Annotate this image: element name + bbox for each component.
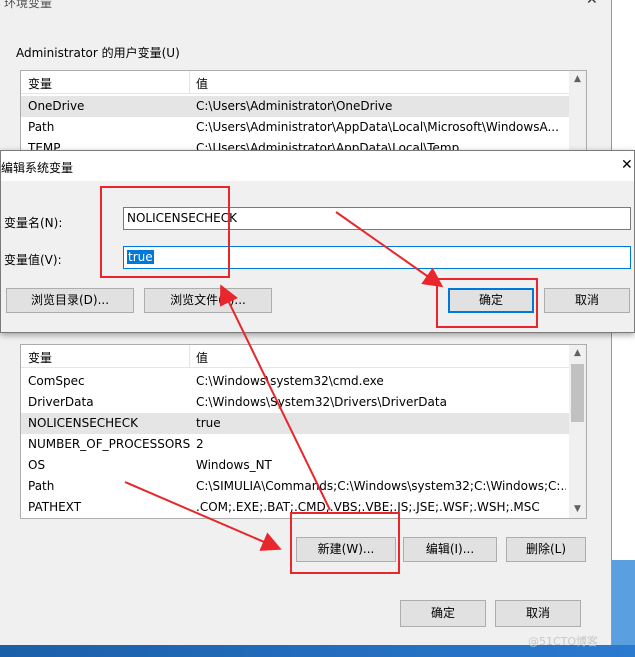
list-header: 变量 值: [21, 71, 586, 94]
new-variable-button[interactable]: 新建(W)...: [296, 537, 396, 562]
table-row[interactable]: ComSpec C:\Windows\system32\cmd.exe: [21, 371, 569, 392]
variable-name: Path: [28, 479, 55, 493]
close-icon[interactable]: ✕: [586, 0, 598, 8]
variable-value: C:\Users\Administrator\OneDrive: [196, 99, 393, 113]
variable-name-label: 变量名(N):: [4, 216, 63, 230]
table-row[interactable]: Path C:\Users\Administrator\AppData\Loca…: [21, 117, 569, 138]
table-row[interactable]: OneDrive C:\Users\Administrator\OneDrive: [21, 96, 569, 117]
variable-name: ComSpec: [28, 374, 85, 388]
system-variables-list[interactable]: 变量 值 ComSpec C:\Windows\system32\cmd.exe…: [20, 344, 587, 519]
browse-file-button[interactable]: 浏览文件(F)...: [144, 288, 272, 313]
edit-variable-button[interactable]: 编辑(I)...: [403, 537, 497, 562]
table-row[interactable]: OS Windows_NT: [21, 455, 569, 476]
variable-value: Windows_NT: [196, 458, 272, 472]
scroll-up-icon[interactable]: ▲: [569, 71, 586, 88]
variable-name: OS: [28, 458, 46, 472]
scrollbar[interactable]: ▲: [569, 71, 586, 152]
window-title: 环境变量: [4, 0, 53, 10]
scroll-down-icon[interactable]: ▼: [569, 501, 586, 518]
desktop-wallpaper: [612, 560, 635, 645]
delete-variable-button[interactable]: 删除(L): [506, 537, 586, 562]
close-icon[interactable]: ✕: [621, 157, 633, 173]
variable-name: Path: [28, 120, 55, 134]
variable-value-input[interactable]: true: [123, 246, 631, 269]
variable-name: OneDrive: [28, 99, 85, 113]
dialog-titlebar[interactable]: 编辑系统变量 ✕: [1, 151, 634, 181]
table-row[interactable]: NUMBER_OF_PROCESSORS 2: [21, 434, 569, 455]
variable-value: 2: [196, 437, 204, 451]
scrollbar[interactable]: ▲ ▼: [569, 345, 586, 518]
user-variables-group-label: Administrator 的用户变量(U): [16, 46, 180, 60]
selected-text: true: [127, 250, 154, 264]
cancel-button[interactable]: 取消: [544, 288, 630, 313]
scroll-thumb[interactable]: [571, 364, 584, 422]
ok-button[interactable]: 确定: [400, 600, 486, 627]
variable-value: true: [196, 416, 221, 430]
column-header-value[interactable]: 值: [196, 75, 208, 92]
dialog-title: 编辑系统变量: [1, 161, 74, 175]
list-header: 变量 值: [21, 345, 586, 368]
cancel-button[interactable]: 取消: [495, 600, 581, 627]
column-separator[interactable]: [189, 345, 190, 368]
table-row[interactable]: DriverData C:\Windows\System32\Drivers\D…: [21, 392, 569, 413]
table-row[interactable]: NOLICENSECHECK true: [21, 413, 569, 434]
scroll-up-icon[interactable]: ▲: [569, 345, 586, 362]
table-row[interactable]: Path C:\SIMULIA\Commands;C:\Windows\syst…: [21, 476, 569, 497]
variable-name-input[interactable]: NOLICENSECHECK: [123, 207, 631, 230]
user-variables-list[interactable]: 变量 值 OneDrive C:\Users\Administrator\One…: [20, 70, 587, 153]
variable-name: NUMBER_OF_PROCESSORS: [28, 437, 191, 451]
variable-name: DriverData: [28, 395, 94, 409]
ok-button[interactable]: 确定: [448, 288, 534, 313]
edit-system-variable-dialog: 编辑系统变量 ✕ 变量名(N): NOLICENSECHECK 变量值(V): …: [0, 150, 635, 333]
variable-value: .COM;.EXE;.BAT;.CMD;.VBS;.VBE;.JS;.JSE;.…: [196, 500, 540, 514]
column-separator[interactable]: [189, 71, 190, 94]
variable-value: C:\Windows\system32\cmd.exe: [196, 374, 384, 388]
variable-value: C:\Windows\System32\Drivers\DriverData: [196, 395, 447, 409]
variable-name: NOLICENSECHECK: [28, 416, 139, 430]
watermark: @51CTO博客: [528, 635, 599, 648]
table-row[interactable]: PATHEXT .COM;.EXE;.BAT;.CMD;.VBS;.VBE;.J…: [21, 497, 569, 518]
column-header-variable[interactable]: 变量: [28, 349, 52, 366]
column-header-value[interactable]: 值: [196, 349, 208, 366]
variable-value: C:\SIMULIA\Commands;C:\Windows\system32;…: [196, 479, 566, 493]
variable-value: C:\Users\Administrator\AppData\Local\Mic…: [196, 120, 559, 134]
browse-directory-button[interactable]: 浏览目录(D)...: [6, 288, 134, 313]
column-header-variable[interactable]: 变量: [28, 75, 52, 92]
variable-value-label: 变量值(V):: [4, 253, 62, 267]
variable-name: PATHEXT: [28, 500, 82, 514]
